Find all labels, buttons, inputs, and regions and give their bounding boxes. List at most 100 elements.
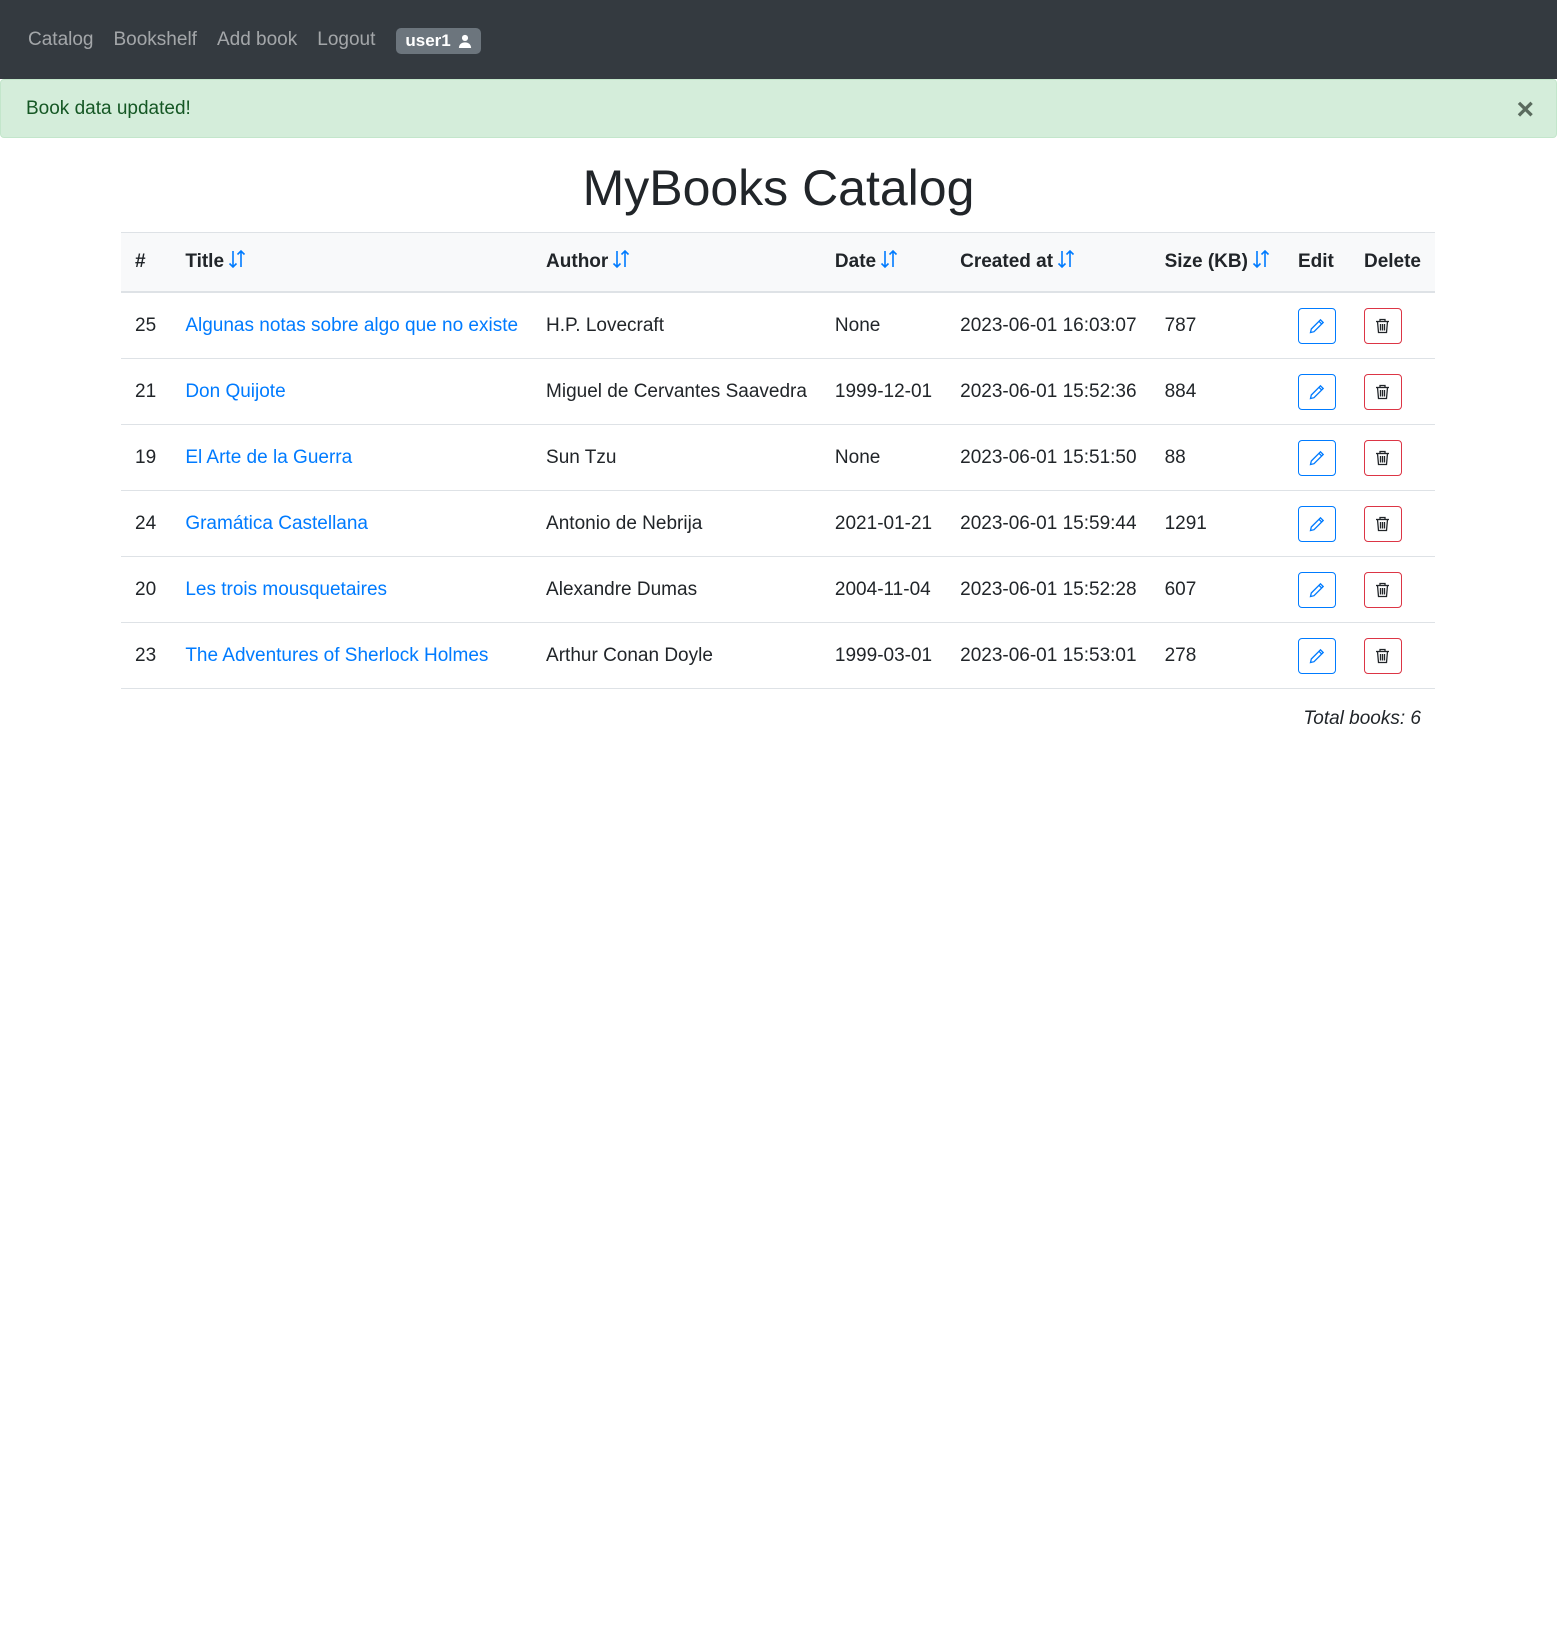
nav-catalog-link[interactable]: Catalog bbox=[28, 29, 94, 51]
sort-icon[interactable] bbox=[228, 249, 246, 274]
delete-button[interactable] bbox=[1363, 505, 1402, 542]
cell-author: Antonio de Nebrija bbox=[532, 490, 821, 557]
cell-created-at: 2023-06-01 15:52:36 bbox=[946, 358, 1151, 425]
pencil-icon bbox=[1309, 582, 1325, 598]
cell-edit bbox=[1283, 424, 1350, 491]
trash-icon bbox=[1375, 582, 1390, 598]
delete-button[interactable] bbox=[1363, 373, 1402, 410]
cell-id: 21 bbox=[121, 358, 172, 425]
cell-created-at: 2023-06-01 15:53:01 bbox=[946, 622, 1151, 689]
cell-created-at: 2023-06-01 15:59:44 bbox=[946, 490, 1151, 557]
cell-author: H.P. Lovecraft bbox=[532, 292, 821, 359]
cell-created-at: 2023-06-01 15:51:50 bbox=[946, 424, 1151, 491]
cell-delete bbox=[1349, 292, 1435, 359]
table-row: 20 Les trois mousquetaires Alexandre Dumas… bbox=[121, 556, 1435, 623]
sort-icon[interactable] bbox=[880, 249, 898, 274]
cell-date: 1999-03-01 bbox=[820, 622, 947, 689]
alert-message: Book data updated! bbox=[26, 97, 191, 119]
cell-id: 23 bbox=[121, 622, 172, 689]
cell-created-at: 2023-06-01 16:03:07 bbox=[946, 292, 1151, 359]
book-title-link[interactable]: El Arte de la Guerra bbox=[185, 447, 352, 468]
book-title-link[interactable]: Les trois mousquetaires bbox=[185, 579, 387, 600]
header-number: # bbox=[121, 232, 172, 293]
cell-id: 24 bbox=[121, 490, 172, 557]
cell-author: Arthur Conan Doyle bbox=[532, 622, 821, 689]
sort-icon[interactable] bbox=[1252, 249, 1270, 274]
cell-title: Les trois mousquetaires bbox=[171, 556, 533, 623]
trash-icon bbox=[1375, 318, 1390, 334]
cell-title: The Adventures of Sherlock Holmes bbox=[171, 622, 533, 689]
user-icon bbox=[458, 34, 471, 48]
table-row: 19 El Arte de la Guerra Sun Tzu None 2023-06… bbox=[121, 424, 1435, 491]
cell-delete bbox=[1349, 424, 1435, 491]
delete-button[interactable] bbox=[1363, 571, 1402, 608]
pencil-icon bbox=[1309, 318, 1325, 334]
edit-button[interactable] bbox=[1297, 505, 1336, 542]
delete-button[interactable] bbox=[1363, 637, 1402, 674]
cell-id: 20 bbox=[121, 556, 172, 623]
header-size[interactable]: Size (KB) bbox=[1150, 232, 1284, 293]
table-row: 24 Gramática Castellana Antonio de Nebrija… bbox=[121, 490, 1435, 557]
cell-edit bbox=[1283, 622, 1350, 689]
sort-icon[interactable] bbox=[1057, 249, 1075, 274]
cell-edit bbox=[1283, 556, 1350, 623]
cell-edit bbox=[1283, 292, 1350, 359]
pencil-icon bbox=[1309, 384, 1325, 400]
cell-size: 1291 bbox=[1150, 490, 1284, 557]
nav-logout-link[interactable]: Logout bbox=[317, 29, 375, 51]
delete-button[interactable] bbox=[1363, 307, 1402, 344]
delete-button[interactable] bbox=[1363, 439, 1402, 476]
trash-icon bbox=[1375, 450, 1390, 466]
edit-button[interactable] bbox=[1297, 439, 1336, 476]
cell-date: 2004-11-04 bbox=[820, 556, 947, 623]
cell-author: Sun Tzu bbox=[532, 424, 821, 491]
cell-delete bbox=[1349, 622, 1435, 689]
cell-created-at: 2023-06-01 15:52:28 bbox=[946, 556, 1151, 623]
nav-bookshelf-link[interactable]: Bookshelf bbox=[114, 29, 197, 51]
trash-icon bbox=[1375, 648, 1390, 664]
book-title-link[interactable]: Gramática Castellana bbox=[185, 513, 368, 534]
header-author[interactable]: Author bbox=[532, 232, 821, 293]
cell-size: 787 bbox=[1150, 292, 1284, 359]
header-date[interactable]: Date bbox=[820, 232, 947, 293]
edit-button[interactable] bbox=[1297, 637, 1336, 674]
cell-size: 278 bbox=[1150, 622, 1284, 689]
edit-button[interactable] bbox=[1297, 373, 1336, 410]
pencil-icon bbox=[1309, 516, 1325, 532]
cell-size: 884 bbox=[1150, 358, 1284, 425]
book-title-link[interactable]: Algunas notas sobre algo que no existe bbox=[185, 315, 518, 336]
header-title[interactable]: Title bbox=[171, 232, 533, 293]
table-row: 23 The Adventures of Sherlock Holmes Arthu… bbox=[121, 622, 1435, 689]
page-title: MyBooks Catalog bbox=[582, 160, 975, 216]
cell-author: Miguel de Cervantes Saavedra bbox=[532, 358, 821, 425]
cell-delete bbox=[1349, 358, 1435, 425]
edit-button[interactable] bbox=[1297, 307, 1336, 344]
cell-date: None bbox=[820, 292, 947, 359]
cell-date: None bbox=[820, 424, 947, 491]
trash-icon bbox=[1375, 384, 1390, 400]
success-alert: Book data updated! × bbox=[0, 79, 1557, 138]
cell-author: Alexandre Dumas bbox=[532, 556, 821, 623]
cell-date: 2021-01-21 bbox=[820, 490, 947, 557]
book-title-link[interactable]: The Adventures of Sherlock Holmes bbox=[185, 645, 488, 666]
cell-title: Gramática Castellana bbox=[171, 490, 533, 557]
nav-add-book-link[interactable]: Add book bbox=[217, 29, 297, 51]
cell-title: Algunas notas sobre algo que no existe bbox=[171, 292, 533, 359]
alert-close-button[interactable]: × bbox=[1516, 93, 1534, 125]
header-delete: Delete bbox=[1349, 232, 1435, 293]
cell-delete bbox=[1349, 490, 1435, 557]
books-table: # Title Author Date Created at Size (KB)… bbox=[121, 232, 1435, 689]
sort-icon[interactable] bbox=[612, 249, 630, 274]
cell-id: 25 bbox=[121, 292, 172, 359]
book-title-link[interactable]: Don Quijote bbox=[185, 381, 285, 402]
cell-title: El Arte de la Guerra bbox=[171, 424, 533, 491]
username: user1 bbox=[405, 30, 451, 50]
table-row: 25 Algunas notas sobre algo que no existe… bbox=[121, 292, 1435, 359]
header-created-at[interactable]: Created at bbox=[946, 232, 1151, 293]
cell-title: Don Quijote bbox=[171, 358, 533, 425]
total-books: Total books: 6 bbox=[1303, 708, 1421, 729]
cell-size: 88 bbox=[1150, 424, 1284, 491]
cell-date: 1999-12-01 bbox=[820, 358, 947, 425]
edit-button[interactable] bbox=[1297, 571, 1336, 608]
cell-id: 19 bbox=[121, 424, 172, 491]
